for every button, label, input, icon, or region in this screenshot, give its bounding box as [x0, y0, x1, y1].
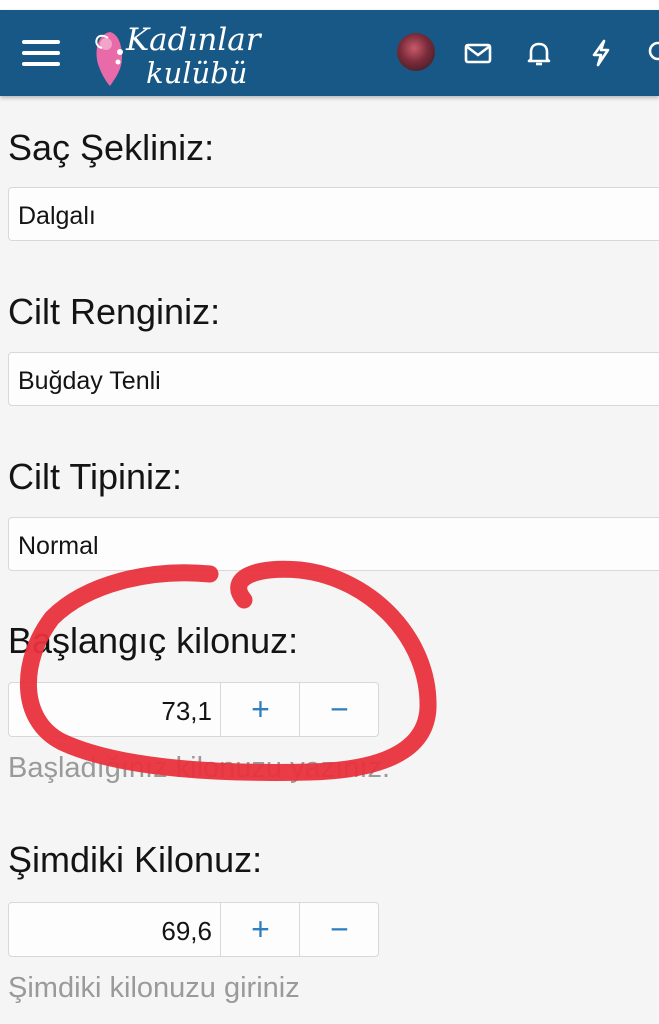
skin-type-value: Normal	[18, 532, 99, 560]
start-weight-hint: Başladığınız kilonuzu yazınız.	[8, 752, 391, 784]
minus-icon: −	[330, 911, 349, 947]
status-bar-strip	[0, 0, 659, 10]
user-avatar[interactable]	[397, 33, 435, 71]
start-weight-label: Başlangıç kilonuz:	[8, 620, 299, 661]
start-weight-decrement-button[interactable]: −	[299, 683, 379, 736]
search-icon[interactable]	[645, 37, 659, 69]
plus-icon: +	[251, 691, 270, 727]
skin-color-value: Buğday Tenli	[18, 367, 161, 395]
current-weight-decrement-button[interactable]: −	[299, 903, 379, 956]
site-logo[interactable]: Kadınlar kulübü	[88, 18, 268, 92]
start-weight-stepper: 73,1 + −	[8, 682, 379, 737]
current-weight-hint: Şimdiki kilonuzu giriniz	[8, 972, 300, 1004]
skin-type-field[interactable]: Normal	[8, 517, 659, 571]
envelope-icon[interactable]	[462, 37, 494, 69]
start-weight-value: 73,1	[161, 696, 212, 726]
logo-text-line1: Kadınlar	[126, 22, 261, 58]
start-weight-input[interactable]: 73,1	[9, 683, 220, 736]
logo-text-line2: kulübü	[146, 56, 248, 90]
hair-style-field[interactable]: Dalgalı	[8, 187, 659, 241]
skin-color-label: Cilt Renginiz:	[8, 291, 221, 332]
hair-style-value: Dalgalı	[18, 202, 96, 230]
skin-color-field[interactable]: Buğday Tenli	[8, 352, 659, 406]
current-weight-stepper: 69,6 + −	[8, 902, 379, 957]
skin-type-label: Cilt Tipiniz:	[8, 456, 183, 497]
current-weight-value: 69,6	[161, 916, 212, 946]
lightning-icon[interactable]	[585, 37, 617, 69]
start-weight-increment-button[interactable]: +	[220, 683, 300, 736]
bell-icon[interactable]	[523, 37, 555, 69]
hamburger-menu-icon[interactable]	[22, 32, 62, 72]
minus-icon: −	[330, 691, 349, 727]
current-weight-increment-button[interactable]: +	[220, 903, 300, 956]
current-weight-label: Şimdiki Kilonuz:	[8, 839, 263, 880]
hair-style-label: Saç Şekliniz:	[8, 127, 215, 168]
current-weight-input[interactable]: 69,6	[9, 903, 220, 956]
site-header: Kadınlar kulübü	[0, 10, 659, 96]
plus-icon: +	[251, 911, 270, 947]
